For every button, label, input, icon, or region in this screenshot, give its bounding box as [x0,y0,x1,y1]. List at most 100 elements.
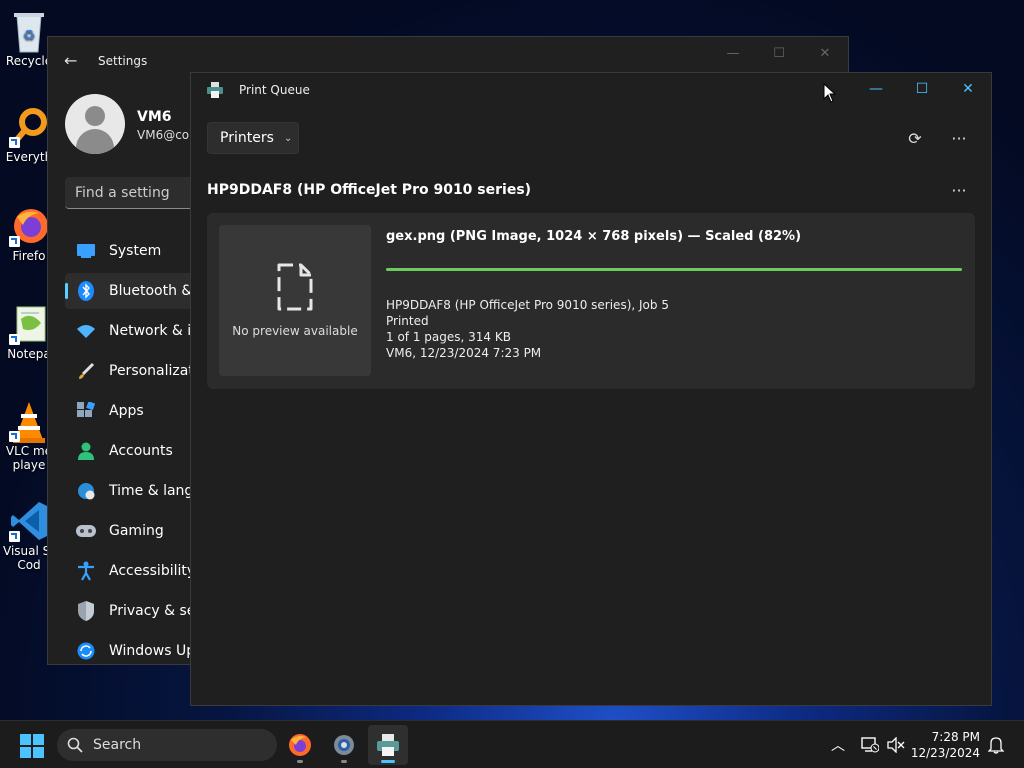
recycle-bin-icon: ♻ [9,10,49,53]
maximize-icon: ☐ [773,45,785,61]
document-icon [275,261,315,313]
nav-label: Gaming [109,523,164,539]
no-preview-text: No preview available [232,324,358,338]
nav-label: Time & langu [109,483,203,499]
nav-label: Accounts [109,443,173,459]
more-icon: ··· [951,128,967,148]
start-button[interactable] [20,734,44,758]
accounts-icon [76,441,96,461]
more-options-button[interactable]: ··· [943,122,975,154]
show-hidden-icons-button[interactable]: ︿ [828,735,848,755]
job-submitted: VM6, 12/23/2024 7:23 PM [386,346,542,360]
notepad-plus-plus-icon [9,303,49,345]
minimize-icon: — [869,81,883,97]
maximize-icon: ☐ [915,81,929,97]
nav-label: Apps [109,403,144,419]
nav-label: Accessibility [109,563,196,579]
system-icon [76,241,96,261]
shortcut-arrow-icon [9,334,20,345]
selection-indicator [65,283,68,299]
globe-clock-icon [76,481,96,501]
settings-minimize-button[interactable]: — [710,37,756,69]
firefox-icon [289,734,311,756]
everything-search-icon [9,106,49,148]
job-title: gex.png (PNG Image, 1024 × 768 pixels) —… [386,229,802,244]
taskbar-settings[interactable] [324,725,364,765]
nav-label: System [109,243,162,259]
taskbar-clock[interactable]: 7:28 PM 12/23/2024 [911,729,980,761]
update-icon [76,641,96,661]
printer-icon [377,734,399,756]
job-pages: 1 of 1 pages, 314 KB [386,330,511,344]
running-indicator [297,760,303,763]
shortcut-arrow-icon [9,137,20,148]
job-status: Printed [386,314,429,328]
firefox-icon [9,205,49,247]
gamepad-icon [76,521,96,541]
printers-dropdown[interactable]: Printers ⌄ [207,122,299,154]
avatar[interactable] [65,94,125,154]
refresh-icon: ⟳ [908,128,922,148]
pq-maximize-button[interactable]: ☐ [899,73,945,105]
network-disconnected-icon [861,737,879,753]
find-setting-placeholder: Find a setting [75,185,170,201]
print-job-card[interactable]: No preview available gex.png (PNG Image,… [207,213,975,389]
mouse-cursor-icon [823,82,837,103]
wifi-icon [76,321,96,341]
user-name: VM6 [137,109,172,125]
windows-logo-icon [20,734,44,758]
shortcut-arrow-icon [9,236,20,247]
search-label: Search [93,737,142,753]
clock-date: 12/23/2024 [910,746,980,760]
minimize-icon: — [726,45,740,61]
pq-minimize-button[interactable]: — [853,73,899,105]
refresh-button[interactable]: ⟳ [899,122,931,154]
notifications-button[interactable] [986,735,1006,755]
job-progress-fill [386,268,962,271]
shortcut-arrow-icon [9,431,20,442]
print-queue-title: Print Queue [239,83,310,97]
job-progress-bar [386,268,962,271]
printer-name-heading: HP9DDAF8 (HP OfficeJet Pro 9010 series) [207,182,532,198]
close-icon: ✕ [962,81,974,97]
job-printer-line: HP9DDAF8 (HP OfficeJet Pro 9010 series),… [386,298,669,312]
bluetooth-icon [76,281,96,301]
user-email: VM6@coll [137,128,196,142]
brush-icon [76,361,96,381]
volume-tray-button[interactable] [886,735,906,755]
nav-label: Network & in [109,323,201,339]
taskbar-search[interactable]: Search [57,729,277,761]
vlc-icon [9,400,49,443]
job-preview: No preview available [219,225,371,376]
search-icon [67,737,83,753]
shield-icon [76,601,96,621]
settings-title: Settings [98,54,148,68]
running-indicator [381,760,395,763]
back-arrow-icon[interactable]: ← [64,53,80,69]
running-indicator [341,760,347,763]
pq-close-button[interactable]: ✕ [945,73,991,105]
chevron-up-icon: ︿ [831,738,845,754]
nav-label: Privacy & sec [109,603,204,619]
gear-icon [334,735,354,755]
more-icon: ··· [951,180,967,200]
settings-close-button[interactable]: ✕ [802,37,848,69]
printer-icon [207,82,223,98]
taskbar-firefox[interactable] [280,725,320,765]
volume-muted-icon [887,737,905,753]
close-icon: ✕ [819,45,831,61]
taskbar-print-queue[interactable] [368,725,408,765]
printers-label: Printers [220,130,274,146]
clock-time: 7:28 PM [931,730,980,744]
settings-maximize-button[interactable]: ☐ [756,37,802,69]
apps-icon [76,401,96,421]
network-tray-button[interactable] [860,735,880,755]
print-queue-window[interactable]: Print Queue — ☐ ✕ Printers ⌄ ⟳ ··· HP9DD… [190,72,992,706]
printer-more-button[interactable]: ··· [943,174,975,206]
vscode-icon [9,500,49,542]
taskbar: Search ︿ 7:28 PM 12/23/2024 [0,720,1024,768]
chevron-down-icon: ⌄ [283,132,293,144]
svg-text:♻: ♻ [23,28,36,44]
bell-icon [988,737,1004,754]
accessibility-icon [76,561,96,581]
